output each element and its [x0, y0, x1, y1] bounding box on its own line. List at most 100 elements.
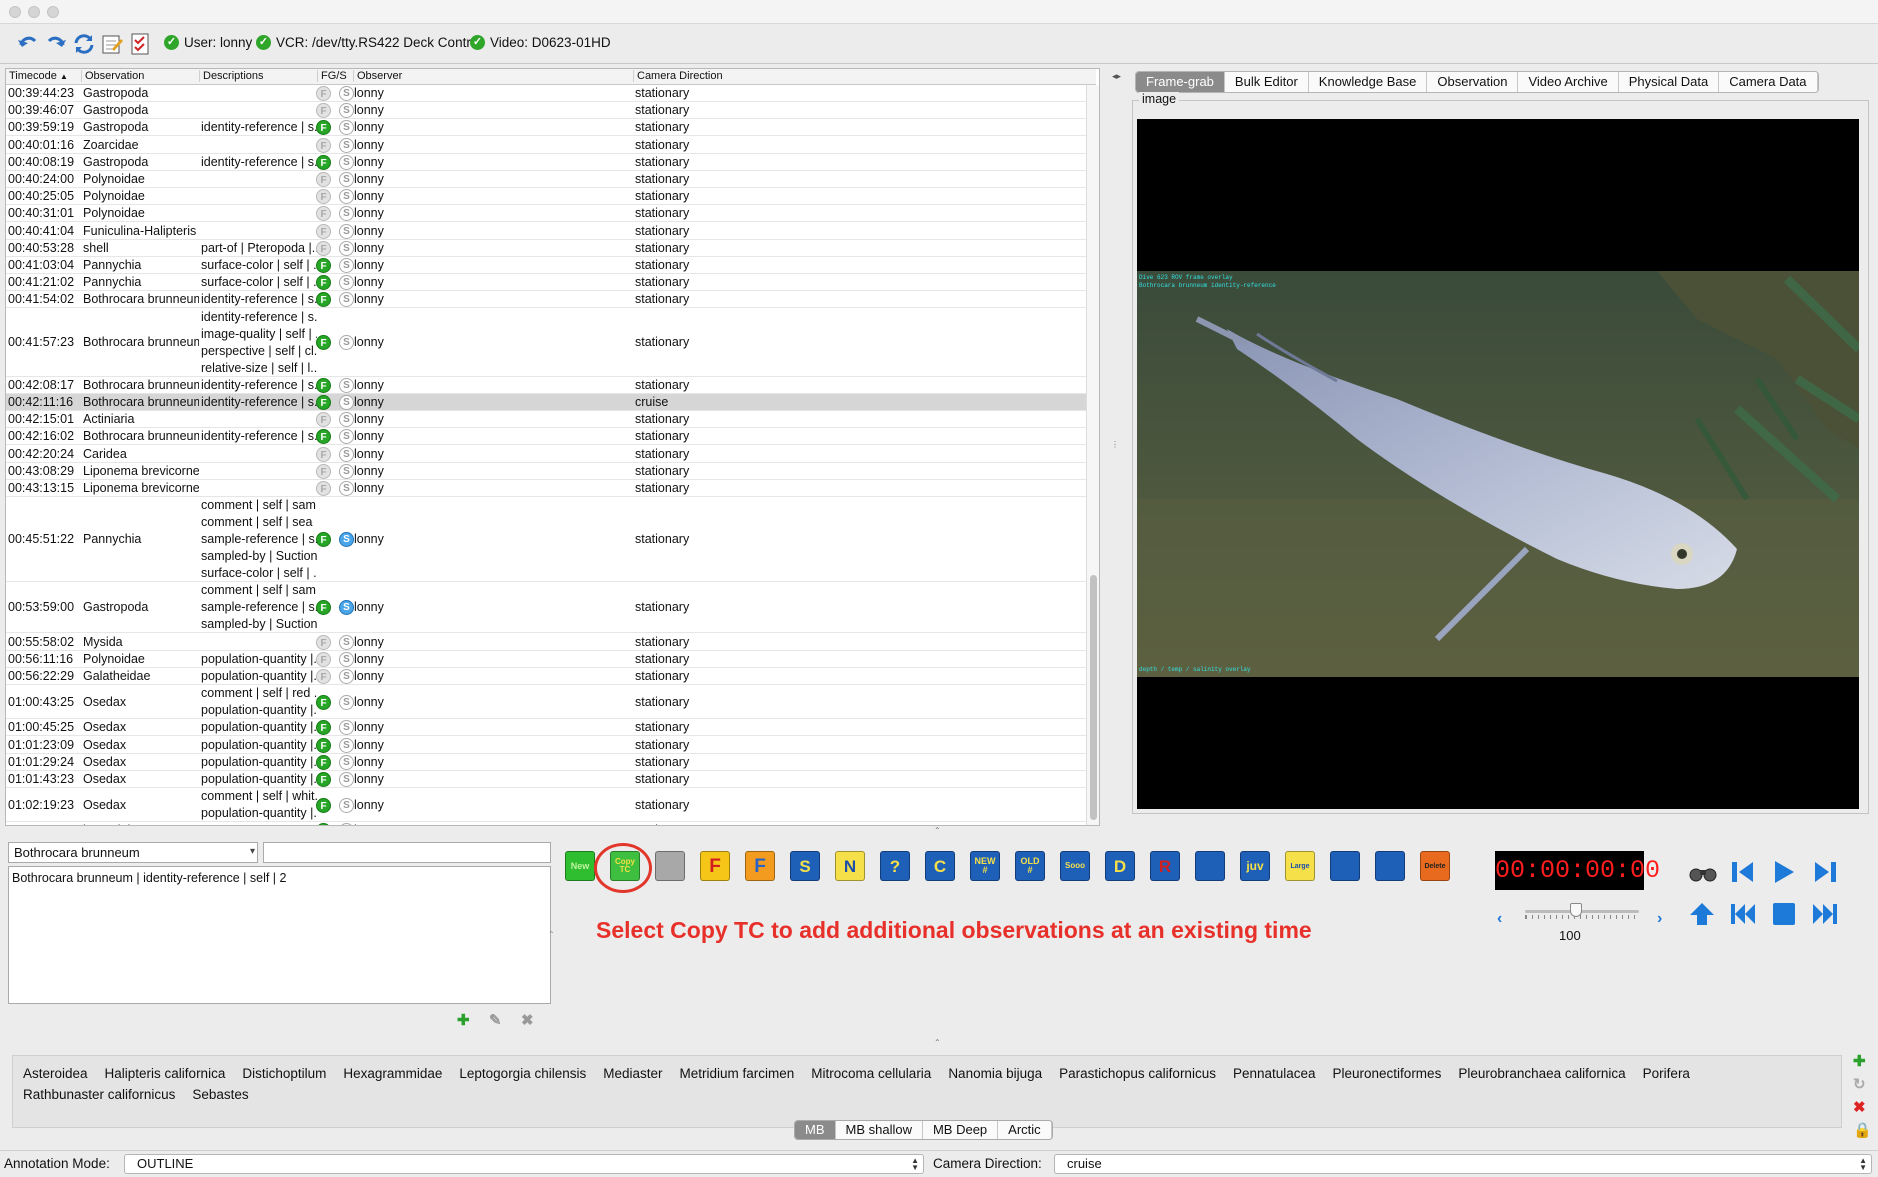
underline-button[interactable] — [1330, 851, 1360, 881]
delete-button[interactable]: Delete — [1420, 851, 1450, 881]
chevron-left-icon[interactable]: ‹ — [1497, 910, 1502, 928]
table-row[interactable]: 00:55:58:02 Mysida F Slonny stationary — [6, 634, 1096, 651]
blank-button[interactable] — [655, 851, 685, 881]
table-row[interactable]: 01:00:43:25 Osedax comment | self | red ..… — [6, 685, 1096, 720]
concept-tab-mb-deep[interactable]: MB Deep — [923, 1121, 999, 1139]
concept-button[interactable]: Pleuronectiformes — [1333, 1066, 1442, 1081]
table-row[interactable]: 00:40:24:00 Polynoidae F Slonny stationary — [6, 171, 1096, 188]
undo-icon[interactable] — [14, 30, 42, 58]
concept-combobox[interactable]: Bothrocara brunneum ▾ — [8, 842, 258, 863]
new-button[interactable]: New — [565, 851, 595, 881]
binoculars-icon[interactable] — [1688, 863, 1718, 886]
table-row[interactable]: 00:45:51:22 Pannychia comment | self | sam… — [6, 497, 1096, 583]
refresh-concepts-icon[interactable]: ↻ — [1853, 1075, 1866, 1093]
d-button[interactable]: D — [1105, 851, 1135, 881]
table-row[interactable]: 00:39:46:07 Gastropoda F Slonny stationary — [6, 102, 1096, 120]
tab-camera-data[interactable]: Camera Data — [1719, 72, 1818, 92]
table-row[interactable]: 00:43:08:29 Liponema brevicorne F Slonny sta… — [6, 463, 1096, 480]
step-back-icon[interactable] — [1729, 858, 1757, 889]
table-row[interactable]: 01:02:19:23 Osedax comment | self | whit..… — [6, 788, 1096, 823]
split-handle-icon[interactable]: ⌃ — [934, 826, 941, 835]
zoom-window-button[interactable] — [47, 6, 59, 18]
redo-icon[interactable] — [42, 30, 70, 58]
tab-video-archive[interactable]: Video Archive — [1518, 72, 1619, 92]
stop-icon[interactable] — [1770, 900, 1798, 931]
concept-button[interactable]: Halipteris californica — [105, 1066, 226, 1081]
table-row[interactable]: 00:39:59:19 Gastropoda identity-reference … — [6, 119, 1096, 137]
table-row[interactable]: 00:42:15:01 Actiniaria F Slonny stationary — [6, 411, 1096, 429]
concept-tab-arctic[interactable]: Arctic — [998, 1121, 1052, 1139]
concept-filter-input[interactable] — [263, 842, 551, 863]
table-row[interactable]: 00:42:11:16 Bothrocara brunneum identity-r… — [6, 394, 1096, 411]
table-row[interactable]: 00:41:54:02 Bothrocara brunneum identity-r… — [6, 291, 1096, 309]
list-item[interactable]: Bothrocara brunneum | identity-reference… — [12, 871, 547, 885]
tab-knowledge-base[interactable]: Knowledge Base — [1309, 72, 1428, 92]
table-row[interactable]: 00:41:21:02 Pannychia surface-color | self… — [6, 274, 1096, 292]
table-row[interactable]: 00:40:53:28 shell part-of | Pteropoda |...… — [6, 240, 1096, 257]
table-row[interactable]: 00:42:16:02 Bothrocara brunneum identity-r… — [6, 428, 1096, 446]
step-forward-icon[interactable] — [1811, 858, 1839, 889]
concept-button[interactable]: Porifera — [1643, 1066, 1690, 1081]
association-list[interactable]: Bothrocara brunneum | identity-reference… — [8, 866, 551, 1004]
annotation-mode-select[interactable]: OUTLINE ▲ ▼ — [124, 1154, 924, 1174]
column-descriptions[interactable]: Descriptions — [199, 70, 317, 82]
r-button[interactable]: R — [1150, 851, 1180, 881]
add-concept-icon[interactable]: ✚ — [1853, 1052, 1866, 1070]
edit-form-icon[interactable] — [98, 30, 126, 58]
play-icon[interactable] — [1770, 858, 1798, 889]
concept-button[interactable]: Mitrocoma cellularia — [811, 1066, 931, 1081]
add-association-icon[interactable]: ✚ — [457, 1011, 470, 1029]
tab-physical-data[interactable]: Physical Data — [1619, 72, 1720, 92]
rewind-icon[interactable] — [1729, 900, 1757, 931]
comment-button[interactable] — [1375, 851, 1405, 881]
n-button[interactable]: N — [835, 851, 865, 881]
concept-tab-mb-shallow[interactable]: MB shallow — [836, 1121, 923, 1139]
table-scrollbar[interactable] — [1086, 85, 1099, 825]
table-row[interactable]: 00:41:57:23 Bothrocara brunneum identity-r… — [6, 309, 1096, 377]
resize-handle-icon[interactable]: ⌃ — [548, 930, 555, 939]
tab-frame-grab[interactable]: Frame-grab — [1136, 72, 1225, 92]
lasso-button[interactable] — [1195, 851, 1225, 881]
frame-grab-viewer[interactable]: Dive 623 ROV frame overlay Bothrocara br… — [1137, 119, 1859, 809]
eject-up-icon[interactable] — [1688, 900, 1716, 931]
concept-button[interactable]: Rathbunaster californicus — [23, 1087, 175, 1102]
table-row[interactable]: 00:40:08:19 Gastropoda identity-reference … — [6, 154, 1096, 171]
s-button[interactable]: S — [790, 851, 820, 881]
concept-button[interactable]: Parastichopus californicus — [1059, 1066, 1216, 1081]
table-row[interactable]: 00:42:08:17 Bothrocara brunneum identity-r… — [6, 377, 1096, 394]
c-button[interactable]: C — [925, 851, 955, 881]
concept-button[interactable]: Sebastes — [192, 1087, 248, 1102]
new-number-button[interactable]: NEW # — [970, 851, 1000, 881]
juv-button[interactable]: juv — [1240, 851, 1270, 881]
edit-association-icon[interactable]: ✎ — [489, 1011, 502, 1029]
table-row[interactable]: 00:40:01:16 Zoarcidae F Slonny stationary — [6, 137, 1096, 154]
column-observation[interactable]: Observation — [81, 70, 199, 82]
column-camera-direction[interactable]: Camera Direction — [633, 70, 913, 82]
concept-button[interactable]: Metridium farcimen — [680, 1066, 795, 1081]
minimize-window-button[interactable] — [28, 6, 40, 18]
chevron-right-icon[interactable]: › — [1657, 910, 1662, 928]
concept-button[interactable]: Hexagrammidae — [343, 1066, 442, 1081]
table-row[interactable]: 00:39:44:23 Gastropoda F Slonny stationary — [6, 85, 1096, 102]
shuttle-slider[interactable] — [1525, 903, 1639, 919]
split-pane-divider-icon[interactable]: ⋮ — [1111, 440, 1119, 449]
slider-thumb[interactable] — [1570, 903, 1582, 917]
concept-button[interactable]: Pleurobranchaea californica — [1458, 1066, 1625, 1081]
checklist-icon[interactable] — [126, 30, 154, 58]
table-row[interactable]: 00:43:13:15 Liponema brevicorne F Slonny sta… — [6, 480, 1096, 497]
table-row[interactable]: 00:56:22:29 Galatheidae population-quantit… — [6, 668, 1096, 685]
column-observer[interactable]: Observer — [353, 70, 633, 82]
table-row[interactable]: 01:01:23:09 Osedax population-quantity |..… — [6, 737, 1096, 754]
split-handle-icon[interactable]: ⌃ — [934, 1038, 941, 1047]
table-row[interactable]: 00:42:20:24 Caridea F Slonny stationary — [6, 446, 1096, 463]
collapse-arrows-icon[interactable]: ◂▸ — [1112, 71, 1121, 82]
fast-forward-icon[interactable] — [1811, 900, 1839, 931]
remove-association-icon[interactable]: ✖ — [521, 1011, 534, 1029]
table-row[interactable]: 00:40:25:05 Polynoidae F Slonny stationary — [6, 188, 1096, 206]
table-row[interactable]: 01:02:22:22bacterial mat F Slonny stationar… — [6, 822, 1096, 825]
concept-button[interactable]: Distichoptilum — [242, 1066, 326, 1081]
old-number-button[interactable]: OLD # — [1015, 851, 1045, 881]
table-row[interactable]: 00:40:41:04 Funiculina-Halipteris ... F Slo… — [6, 223, 1096, 240]
table-row[interactable]: 00:53:59:00 Gastropoda comment | self | sa… — [6, 582, 1096, 634]
f-delete-button[interactable]: F — [745, 851, 775, 881]
